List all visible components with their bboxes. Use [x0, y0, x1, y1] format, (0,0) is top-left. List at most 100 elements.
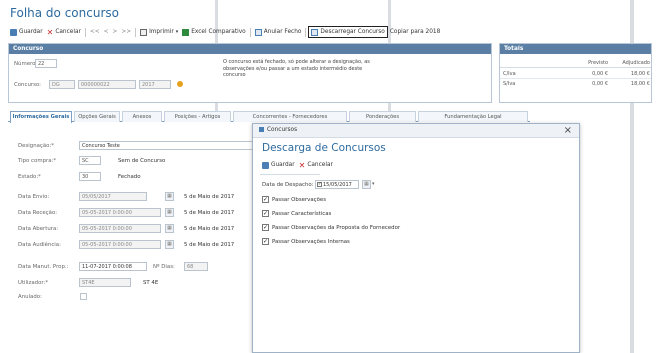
data-audiencia-label: Data Audiência:	[18, 242, 61, 248]
totals-row-label: C/Iva	[503, 71, 516, 77]
close-icon[interactable]: ×	[564, 125, 572, 136]
data-envio-text: 5 de Maio de 2017	[184, 194, 235, 200]
print-button[interactable]: Imprimir ▾	[138, 26, 180, 38]
concurso-panel: Concurso Número: 22 Concurso: DG 0000000…	[8, 43, 492, 103]
descarregar-concurso-button[interactable]: Descarregar Concurso	[308, 26, 388, 38]
tipo-compra-code-input[interactable]: SC	[79, 156, 101, 165]
passar-caracteristicas-checkbox[interactable]: ✓	[262, 210, 269, 217]
tab-concorrentes-fornecedores[interactable]: Concorrentes - Fornecedores	[233, 111, 347, 122]
tab-ponderacoes[interactable]: Ponderações	[349, 111, 416, 122]
toolbar-divider	[249, 27, 251, 37]
chevron-down-icon[interactable]: ▾	[372, 181, 375, 187]
totais-panel: Totais Previsto Adjudicado C/Iva 0,00 € …	[499, 43, 652, 103]
tipo-compra-value: Sem de Concurso	[118, 158, 166, 164]
print-label: Imprimir	[149, 29, 174, 35]
dialog-save-button[interactable]: Guardar	[260, 160, 297, 170]
window-icon	[259, 127, 264, 132]
checkbox-checked-icon: ✓	[317, 182, 322, 187]
nr-dias-label: Nº Dias:	[153, 264, 175, 270]
copiar-button[interactable]: Copiar para 2018	[388, 26, 442, 38]
cancel-button[interactable]: ✕ Cancelar	[45, 26, 83, 38]
calendar-icon[interactable]: ▦	[165, 208, 174, 217]
data-despacho-input[interactable]: ✓ 15/05/2017	[315, 180, 359, 189]
anular-label: Anular Fecho	[263, 29, 302, 35]
tab-fundamentacao-legal[interactable]: Fundamentação Legal	[418, 111, 528, 122]
copiar-label: Copiar para 2018	[389, 29, 441, 35]
data-manut-label: Data Manut. Prop.:	[18, 264, 69, 270]
divider	[500, 67, 651, 68]
calendar-icon[interactable]: ▦	[165, 192, 174, 201]
data-despacho-value: 15/05/2017	[323, 182, 352, 188]
dialog-heading: Descarga de Concursos	[262, 142, 386, 154]
tab-posicoes-artigos[interactable]: Posições - Artigos	[164, 111, 231, 122]
passar-obs-internas-checkbox[interactable]: ✓	[262, 238, 269, 245]
data-abertura-text: 5 de Maio de 2017	[184, 226, 235, 232]
utilizador-value: ST 4E	[143, 280, 159, 286]
data-despacho-label: Data de Despacho:	[262, 182, 314, 188]
estado-code-input[interactable]: 30	[79, 172, 101, 181]
anulado-checkbox[interactable]	[80, 293, 87, 300]
save-label: Guardar	[19, 29, 43, 35]
ano-input: 2017	[139, 80, 171, 89]
excel-label: Excel Comparativo	[191, 29, 246, 35]
tab-informacoes-gerais[interactable]: Informações Gerais	[10, 111, 72, 123]
anular-fecho-button[interactable]: Anular Fecho	[253, 26, 304, 38]
passar-obs-proposta-checkbox[interactable]: ✓	[262, 224, 269, 231]
calendar-icon[interactable]: ▦	[165, 240, 174, 249]
data-envio-label: Data Envio:	[18, 194, 50, 200]
estado-value: Fechado	[118, 174, 141, 180]
estado-label: Estado:*	[18, 174, 41, 180]
toolbar: Guardar ✕ Cancelar << < > >> Imprimir ▾ Ex…	[8, 26, 442, 38]
designacao-input[interactable]: Concurso Teste	[79, 141, 254, 150]
printer-icon	[140, 28, 148, 36]
passar-observacoes-checkbox[interactable]: ✓	[262, 196, 269, 203]
data-envio-input[interactable]: 05/05/2017	[79, 192, 147, 201]
numero-label: Número:	[14, 61, 38, 67]
nr-dias-input: 68	[184, 262, 208, 271]
toolbar-divider	[84, 27, 86, 37]
save-button[interactable]: Guardar	[8, 26, 45, 38]
save-icon	[10, 28, 17, 36]
totals-cell: 0,00 €	[592, 81, 608, 87]
totais-header: Totais	[500, 44, 651, 54]
utilizador-code-input[interactable]: ST4E	[79, 278, 131, 287]
anulado-label: Anulado:	[18, 294, 42, 300]
dialog-titlebar: Concursos ×	[253, 124, 579, 138]
excel-comparativo-button[interactable]: Excel Comparativo	[180, 26, 247, 38]
last-record-button[interactable]: >>	[121, 29, 131, 35]
excel-icon	[182, 28, 190, 36]
col-adjudicado: Adjudicado	[622, 60, 650, 66]
tab-opcoes-gerais[interactable]: Opções Gerais	[74, 111, 120, 122]
previous-record-button[interactable]: <	[104, 29, 109, 35]
data-abertura-input[interactable]: 05-05-2017 0:00:00	[79, 224, 161, 233]
close-icon: ✕	[298, 160, 306, 170]
divider	[260, 174, 320, 175]
utilizador-label: Utilizador:*	[18, 280, 49, 286]
totals-cell: 18,00 €	[630, 81, 650, 87]
tab-anexos[interactable]: Anexos	[122, 111, 162, 122]
document-icon	[254, 28, 262, 36]
descarregar-label: Descarregar Concurso	[320, 29, 385, 35]
serie-input: DG	[49, 80, 75, 89]
descarga-dialog: Concursos × Descarga de Concursos Guarda…	[252, 123, 580, 353]
data-rececao-input[interactable]: 05-05-2017 0:00:00	[79, 208, 161, 217]
status-icon	[177, 81, 183, 87]
data-audiencia-input[interactable]: 05-05-2017 0:00:00	[79, 240, 161, 249]
calendar-icon[interactable]: ▦	[362, 180, 371, 189]
data-manut-input[interactable]: 11-07-2017 0:00:08	[79, 262, 147, 271]
passar-caracteristicas-label: Passar Características	[272, 211, 332, 217]
app-window: Folha do concurso Guardar ✕ Cancelar << <…	[0, 0, 658, 353]
codigo-input: 000000022	[78, 80, 136, 89]
tipo-compra-label: Tipo compra:*	[18, 158, 57, 164]
data-rececao-label: Data Receção:	[18, 210, 58, 216]
numero-input[interactable]: 22	[35, 59, 57, 68]
dialog-window-title: Concursos	[267, 127, 298, 133]
next-record-button[interactable]: >	[112, 29, 117, 35]
dialog-toolbar: Guardar ✕ Cancelar	[260, 160, 335, 170]
first-record-button[interactable]: <<	[90, 29, 100, 35]
dialog-cancel-button[interactable]: ✕ Cancelar	[297, 160, 335, 170]
calendar-icon[interactable]: ▦	[165, 224, 174, 233]
cancel-label: Cancelar	[55, 29, 81, 35]
designacao-label: Designação:*	[18, 143, 54, 149]
toolbar-divider	[135, 27, 137, 37]
